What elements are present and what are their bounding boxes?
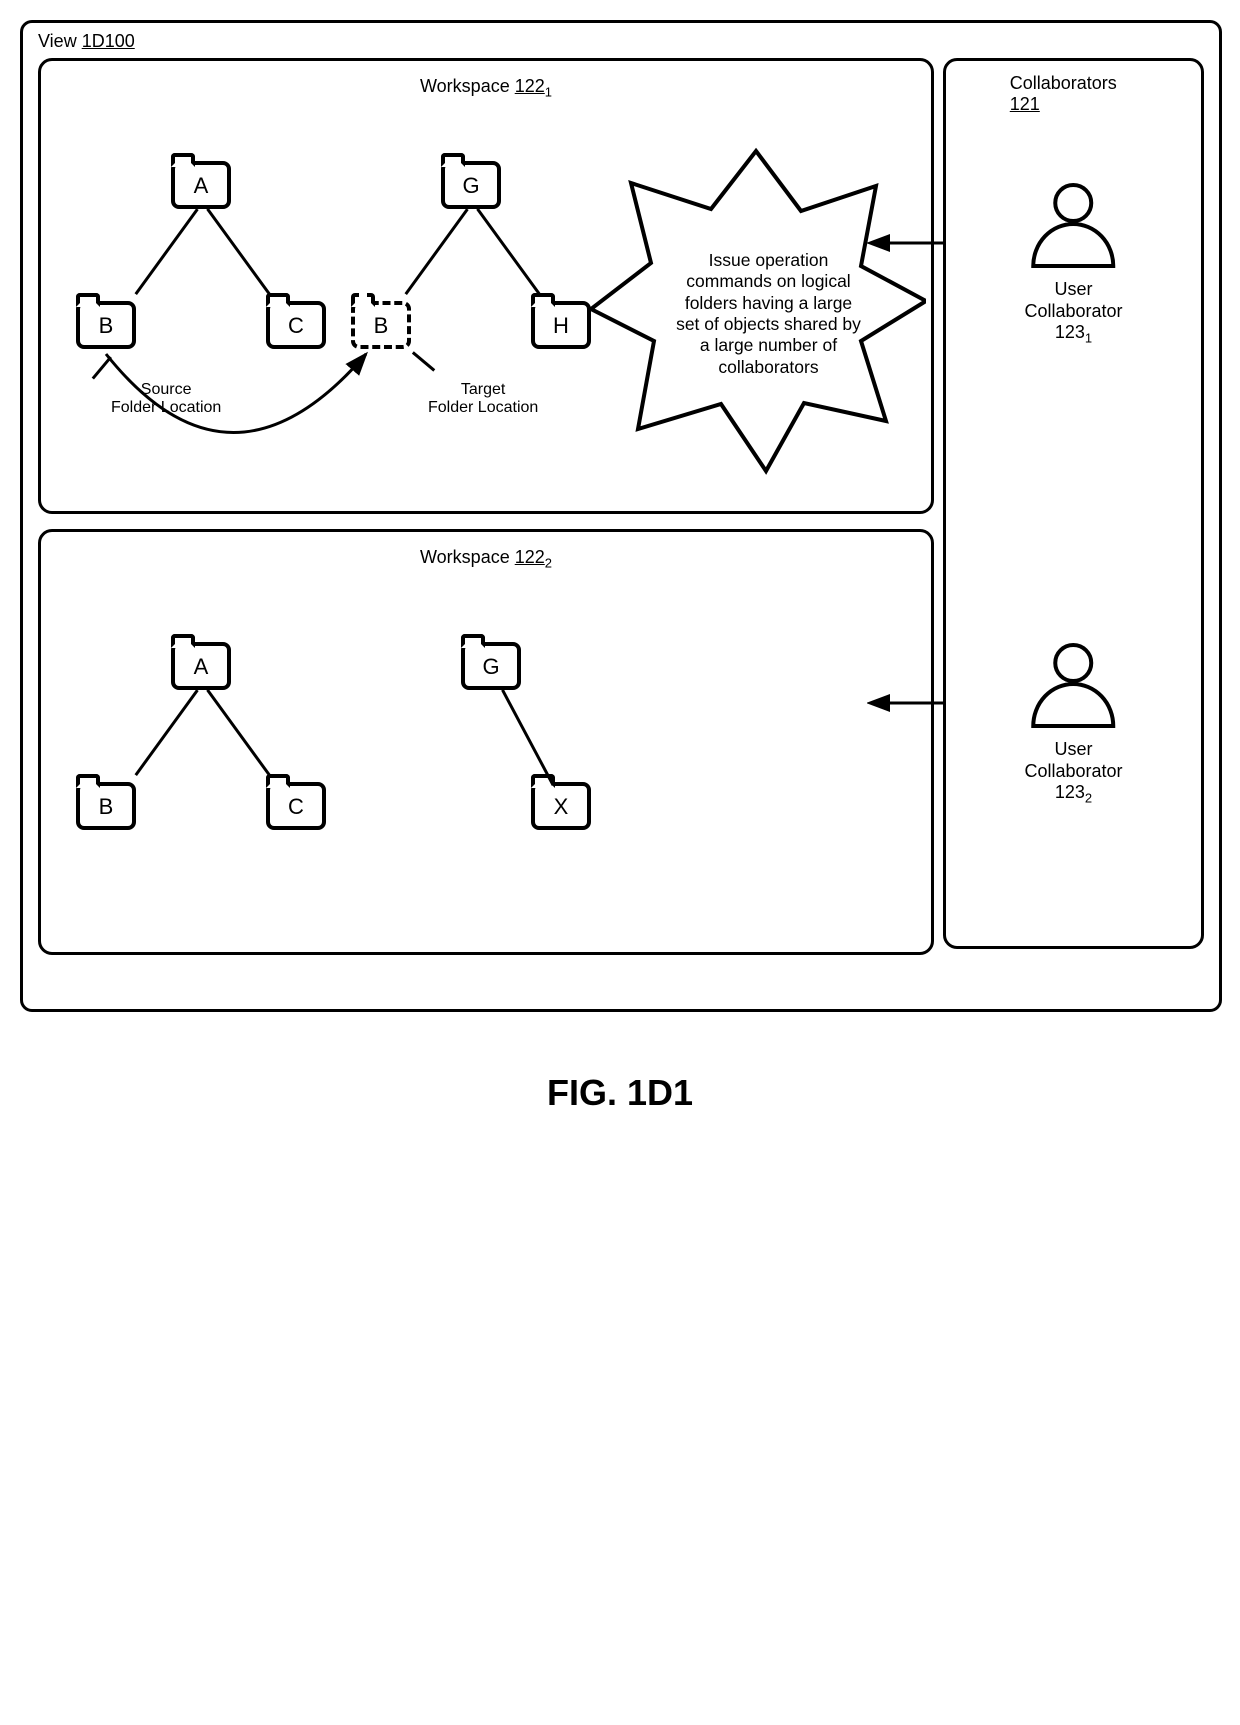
folder-A: A bbox=[171, 161, 231, 209]
workspace-column: Workspace 1221 A B C G B H SourceFolder … bbox=[38, 58, 928, 955]
folder-A-2: A bbox=[171, 642, 231, 690]
workspace-2: Workspace 1222 A B C G X bbox=[38, 529, 934, 955]
user-collaborator-1: UserCollaborator 1231 bbox=[1010, 181, 1138, 346]
leader-line bbox=[412, 351, 435, 371]
folder-C: C bbox=[266, 301, 326, 349]
view-label-ref: 1D100 bbox=[82, 31, 135, 51]
folder-H: H bbox=[531, 301, 591, 349]
folder-B-source: B bbox=[76, 301, 136, 349]
target-folder-label: TargetFolder Location bbox=[428, 381, 538, 416]
user-collaborator-2: UserCollaborator 1232 bbox=[1010, 641, 1138, 806]
connector bbox=[206, 689, 270, 775]
connector bbox=[135, 208, 199, 294]
move-arrow bbox=[91, 346, 381, 476]
folder-X-2: X bbox=[531, 782, 591, 830]
collaborators-panel: Collaborators 121 UserCollaborator 1231 … bbox=[943, 58, 1204, 949]
folder-B-2: B bbox=[76, 782, 136, 830]
arrow-user1-to-workspace bbox=[867, 233, 947, 253]
user-icon bbox=[1010, 181, 1138, 271]
workspace-1-title: Workspace 1221 bbox=[420, 76, 552, 100]
arrow-user2-to-workspace bbox=[867, 693, 947, 713]
collaborators-title: Collaborators 121 bbox=[1010, 73, 1138, 115]
folder-C-2: C bbox=[266, 782, 326, 830]
figure-label: FIG. 1D1 bbox=[20, 1072, 1220, 1114]
folder-G-2: G bbox=[461, 642, 521, 690]
user-1-label: UserCollaborator 1231 bbox=[1010, 279, 1138, 346]
connector bbox=[135, 689, 199, 775]
view-label: View 1D100 bbox=[38, 31, 135, 52]
view-label-prefix: View bbox=[38, 31, 82, 51]
workspace-2-title: Workspace 1222 bbox=[420, 547, 552, 571]
user-icon bbox=[1010, 641, 1138, 731]
starburst-text: Issue operation commands on logical fold… bbox=[676, 250, 861, 378]
connector bbox=[405, 208, 469, 294]
view-frame: View 1D100 Workspace 1221 A B C G B H bbox=[20, 20, 1222, 1012]
folder-B-target: B bbox=[351, 301, 411, 349]
user-2-label: UserCollaborator 1232 bbox=[1010, 739, 1138, 806]
workspace-1: Workspace 1221 A B C G B H SourceFolder … bbox=[38, 58, 934, 514]
connector bbox=[206, 208, 270, 294]
connector bbox=[501, 689, 554, 786]
connector bbox=[476, 208, 540, 294]
folder-G: G bbox=[441, 161, 501, 209]
starburst-callout: Issue operation commands on logical fold… bbox=[586, 141, 926, 486]
